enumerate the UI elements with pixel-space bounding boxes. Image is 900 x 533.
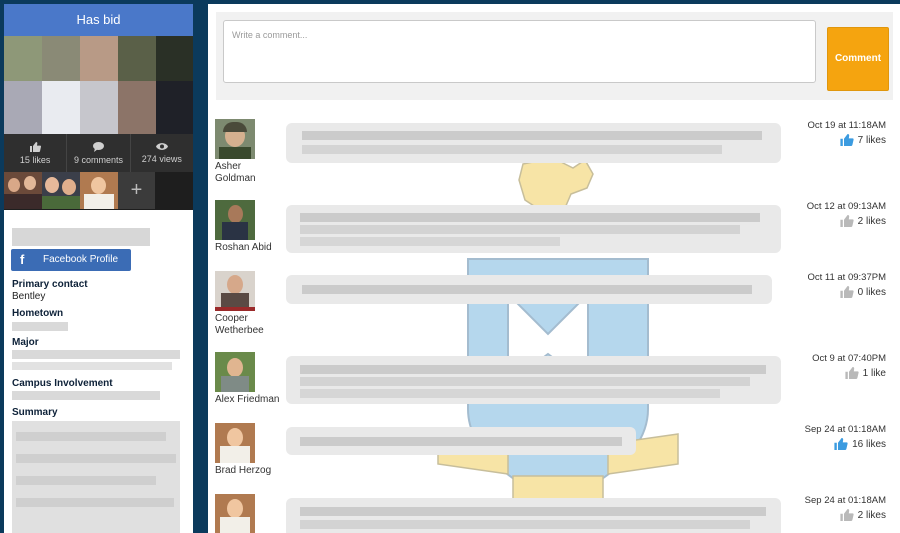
comment-like-button[interactable]: 16 likes xyxy=(834,438,886,450)
commenter-avatar[interactable] xyxy=(215,494,255,533)
commenter-avatar[interactable] xyxy=(215,423,255,463)
redacted-hometown xyxy=(12,322,68,331)
facebook-icon: f xyxy=(20,252,25,267)
commenter-name[interactable]: Alex Friedman xyxy=(215,394,283,406)
comment-item: Asher Goldman Oct 19 at 11:18AM 7 likes xyxy=(215,119,893,189)
profile-info-panel: f Facebook Profile Primary contact Bentl… xyxy=(4,210,193,533)
campus-involvement-label: Campus Involvement xyxy=(12,378,113,389)
comment-item: Cooper Wetherbee Oct 11 at 09:37PM 0 lik… xyxy=(215,271,893,341)
commenter-name[interactable]: Asher Goldman xyxy=(215,161,283,185)
commenter-name[interactable]: Roshan Abid xyxy=(215,242,283,254)
comment-bubble xyxy=(286,356,781,404)
comment-like-count: 2 likes xyxy=(857,215,886,227)
thumbs-up-icon xyxy=(834,438,848,450)
comment-like-count: 1 like xyxy=(862,367,886,379)
redacted-summary xyxy=(16,454,176,463)
primary-contact-value: Bentley xyxy=(12,291,46,302)
comment-like-count: 0 likes xyxy=(857,286,886,298)
comment-like-button[interactable]: 1 like xyxy=(845,367,886,379)
views-stat: 274 views xyxy=(131,134,193,172)
summary-label: Summary xyxy=(12,407,58,418)
eye-icon xyxy=(155,143,168,150)
friends-strip: + xyxy=(4,172,193,210)
bid-status-banner: Has bid xyxy=(4,4,193,36)
comment-item: Brad Herzog Sep 24 at 01:18AM 16 likes xyxy=(215,423,893,485)
commenter-name[interactable]: Cooper Wetherbee xyxy=(215,313,283,337)
thumbs-up-icon xyxy=(840,286,854,298)
profile-sidebar: Has bid 15 likes 9 comments 274 views + … xyxy=(4,4,193,533)
comment-like-count: 7 likes xyxy=(857,134,886,146)
major-label: Major xyxy=(12,337,39,348)
thumbs-up-icon xyxy=(840,134,854,146)
comment-like-count: 16 likes xyxy=(852,438,886,450)
comment-bubble xyxy=(286,427,636,455)
views-count: 274 views xyxy=(141,154,182,164)
comments-stat[interactable]: 9 comments xyxy=(67,134,131,172)
comment-item: Sep 24 at 01:18AM 2 likes xyxy=(215,494,893,533)
commenter-name[interactable]: Brad Herzog xyxy=(215,465,283,477)
redacted-major xyxy=(12,362,172,370)
comment-timestamp: Oct 9 at 07:40PM xyxy=(812,353,886,364)
friend-photo[interactable] xyxy=(80,172,118,209)
comment-like-count: 2 likes xyxy=(857,509,886,521)
comments-panel: Comment Asher Goldman Oct 19 at 11:18AM xyxy=(208,4,900,533)
redacted-summary xyxy=(16,498,174,507)
comment-bubble xyxy=(286,498,781,533)
comment-like-button[interactable]: 7 likes xyxy=(840,134,886,146)
comment-timestamp: Sep 24 at 01:18AM xyxy=(804,424,886,435)
friend-photo[interactable] xyxy=(4,172,42,209)
likes-count: 15 likes xyxy=(19,155,51,165)
commenter-avatar[interactable] xyxy=(215,352,255,392)
commenter-avatar[interactable] xyxy=(215,119,255,159)
comment-icon xyxy=(92,142,104,152)
comment-like-button[interactable]: 0 likes xyxy=(840,286,886,298)
primary-contact-label: Primary contact xyxy=(12,279,88,290)
redacted-summary xyxy=(16,432,166,441)
likes-stat[interactable]: 15 likes xyxy=(4,134,68,172)
thumbs-up-icon xyxy=(29,142,41,152)
redacted-summary xyxy=(16,476,156,485)
commenter-avatar[interactable] xyxy=(215,200,255,240)
thumbs-up-icon xyxy=(840,509,854,521)
hometown-label: Hometown xyxy=(12,308,64,319)
comment-like-button[interactable]: 2 likes xyxy=(840,215,886,227)
redacted-name xyxy=(12,228,150,246)
comment-timestamp: Oct 11 at 09:37PM xyxy=(807,272,886,283)
thumbs-up-icon xyxy=(845,367,859,379)
add-friend-button[interactable]: + xyxy=(118,172,155,209)
comment-bubble xyxy=(286,123,781,163)
comment-timestamp: Sep 24 at 01:18AM xyxy=(804,495,886,506)
comment-timestamp: Oct 12 at 09:13AM xyxy=(806,201,886,212)
comments-count: 9 comments xyxy=(73,155,123,165)
comment-bubble xyxy=(286,205,781,253)
redacted-major xyxy=(12,350,180,359)
comment-item: Alex Friedman Oct 9 at 07:40PM 1 like xyxy=(215,352,893,414)
thumbs-up-icon xyxy=(840,215,854,227)
facebook-profile-button[interactable]: f Facebook Profile xyxy=(11,249,131,271)
comment-bubble xyxy=(286,275,772,304)
comment-button[interactable]: Comment xyxy=(827,27,889,91)
profile-photo xyxy=(4,36,193,134)
comment-composer: Comment xyxy=(216,12,893,100)
comment-like-button[interactable]: 2 likes xyxy=(840,509,886,521)
friend-photo[interactable] xyxy=(42,172,80,209)
commenter-avatar[interactable] xyxy=(215,271,255,311)
profile-stats: 15 likes 9 comments 274 views xyxy=(4,134,193,172)
comment-item: Roshan Abid Oct 12 at 09:13AM 2 likes xyxy=(215,200,893,262)
redacted-campus xyxy=(12,391,160,400)
comment-input[interactable] xyxy=(223,20,816,83)
comment-timestamp: Oct 19 at 11:18AM xyxy=(807,120,886,131)
